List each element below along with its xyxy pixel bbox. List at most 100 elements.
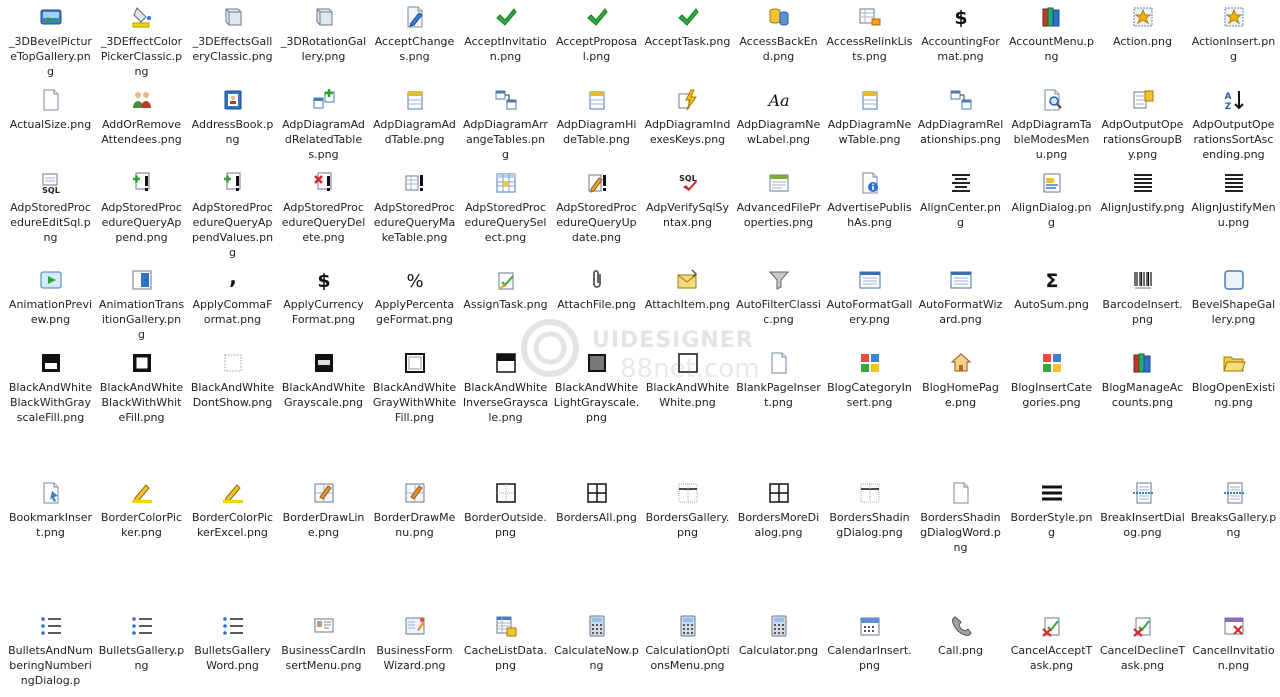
icon-tile[interactable]: BlackAndWhiteWhite.png — [642, 350, 733, 410]
icon-tile[interactable]: % ApplyPercentageFormat.png — [369, 267, 460, 327]
icon-tile[interactable]: BlankPageInsert.png — [733, 350, 824, 410]
icon-tile[interactable]: AdvertisePublishAs.png — [824, 170, 915, 230]
icon-tile[interactable]: AdpDiagramTableModesMenu.png — [1006, 87, 1097, 162]
icon-tile[interactable]: AlignJustifyMenu.png — [1188, 170, 1279, 230]
icon-tile[interactable]: CalculateNow.png — [551, 613, 642, 673]
icon-tile[interactable]: BarcodeInsert.png — [1097, 267, 1188, 327]
icon-tile[interactable]: BorderStyle.png — [1006, 480, 1097, 540]
icon-tile[interactable]: Action.png — [1097, 4, 1188, 49]
icon-tile[interactable]: Σ AutoSum.png — [1006, 267, 1097, 312]
icon-tile[interactable]: BordersShadingDialog.png — [824, 480, 915, 540]
icon-tile[interactable]: Aa AdpDiagramNewLabel.png — [733, 87, 824, 147]
icon-tile[interactable]: AdpStoredProcedureQueryDelete.png — [278, 170, 369, 245]
icon-tile[interactable]: ActionInsert.png — [1188, 4, 1279, 64]
icon-tile[interactable]: Call.png — [915, 613, 1006, 658]
icon-tile[interactable]: AdpStoredProcedureQueryAppend.png — [96, 170, 187, 245]
icon-tile[interactable]: BlackAndWhiteInverseGrayscale.png — [460, 350, 551, 425]
icon-tile[interactable]: AcceptTask.png — [642, 4, 733, 49]
bw-black-white-icon — [129, 350, 155, 376]
icon-tile[interactable]: BusinessFormWizard.png — [369, 613, 460, 673]
icon-tile[interactable]: AdpStoredProcedureQueryAppendValues.png — [187, 170, 278, 260]
icon-tile[interactable]: CancelAcceptTask.png — [1006, 613, 1097, 673]
icon-tile[interactable]: BorderOutside.png — [460, 480, 551, 540]
icon-tile[interactable]: BreaksGallery.png — [1188, 480, 1279, 540]
icon-tile[interactable]: BlogHomePage.png — [915, 350, 1006, 410]
icon-tile[interactable]: AdpDiagramNewTable.png — [824, 87, 915, 147]
icon-tile[interactable]: AcceptChanges.png — [369, 4, 460, 64]
icon-tile[interactable]: AutoFormatWizard.png — [915, 267, 1006, 327]
icon-tile[interactable]: BlackAndWhiteBlackWithGrayscaleFill.png — [5, 350, 96, 425]
icon-tile[interactable]: BordersShadingDialogWord.png — [915, 480, 1006, 555]
icon-tile[interactable]: AdpStoredProcedureQueryUpdate.png — [551, 170, 642, 245]
icon-tile[interactable]: AdpDiagramArrangeTables.png — [460, 87, 551, 162]
icon-tile[interactable]: AccountMenu.png — [1006, 4, 1097, 64]
icon-tile[interactable]: AdpStoredProcedureQuerySelect.png — [460, 170, 551, 245]
icon-tile[interactable]: _3DEffectColorPickerClassic.png — [96, 4, 187, 79]
icon-tile[interactable]: _3DEffectsGalleryClassic.png — [187, 4, 278, 64]
icon-tile[interactable]: AdpDiagramIndexesKeys.png — [642, 87, 733, 147]
icon-tile[interactable]: AdpDiagramHideTable.png — [551, 87, 642, 147]
icon-tile[interactable]: BordersMoreDialog.png — [733, 480, 824, 540]
icon-tile[interactable]: AddOrRemoveAttendees.png — [96, 87, 187, 147]
icon-tile[interactable]: AddressBook.png — [187, 87, 278, 147]
icon-tile[interactable]: AttachItem.png — [642, 267, 733, 312]
icon-tile[interactable]: AttachFile.png — [551, 267, 642, 312]
icon-tile[interactable]: BlogOpenExisting.png — [1188, 350, 1279, 410]
icon-tile[interactable]: SQL AdpStoredProcedureEditSql.png — [5, 170, 96, 245]
icon-tile[interactable]: BorderColorPicker.png — [96, 480, 187, 540]
icon-tile[interactable]: BorderDrawLine.png — [278, 480, 369, 540]
icon-tile[interactable]: BevelShapeGallery.png — [1188, 267, 1279, 327]
icon-tile[interactable]: AdpStoredProcedureQueryMakeTable.png — [369, 170, 460, 245]
icon-tile[interactable]: BlogCategoryInsert.png — [824, 350, 915, 410]
icon-tile[interactable]: ActualSize.png — [5, 87, 96, 132]
icon-tile[interactable]: BulletsGallery.png — [96, 613, 187, 673]
icon-tile[interactable]: CalculationOptionsMenu.png — [642, 613, 733, 673]
icon-tile[interactable]: BlackAndWhiteLightGrayscale.png — [551, 350, 642, 425]
icon-tile[interactable]: BlackAndWhiteGrayWithWhiteFill.png — [369, 350, 460, 425]
icon-tile[interactable]: BusinessCardInsertMenu.png — [278, 613, 369, 673]
icon-tile[interactable]: SQL AdpVerifySqlSyntax.png — [642, 170, 733, 230]
icon-filename: AdpStoredProcedureQueryAppendValues.png — [191, 201, 274, 259]
icon-tile[interactable]: BorderColorPickerExcel.png — [187, 480, 278, 540]
icon-tile[interactable]: BordersGallery.png — [642, 480, 733, 540]
icon-tile[interactable]: CalendarInsert.png — [824, 613, 915, 673]
icon-tile[interactable]: CancelDeclineTask.png — [1097, 613, 1188, 673]
icon-tile[interactable]: AnimationTransitionGallery.png — [96, 267, 187, 342]
icon-tile[interactable]: AdpDiagramAddTable.png — [369, 87, 460, 147]
icon-tile[interactable]: _3DBevelPictureTopGallery.png — [5, 4, 96, 79]
icon-tile[interactable]: $ ApplyCurrencyFormat.png — [278, 267, 369, 327]
icon-tile[interactable]: BulletsAndNumberingNumberingDialog.p — [5, 613, 96, 688]
icon-tile[interactable]: $ AccountingFormat.png — [915, 4, 1006, 64]
icon-tile[interactable]: CacheListData.png — [460, 613, 551, 673]
icon-tile[interactable]: AcceptProposal.png — [551, 4, 642, 64]
icon-tile[interactable]: AnimationPreview.png — [5, 267, 96, 327]
icon-tile[interactable]: BreakInsertDialog.png — [1097, 480, 1188, 540]
icon-tile[interactable]: BordersAll.png — [551, 480, 642, 525]
icon-tile[interactable]: AcceptInvitation.png — [460, 4, 551, 64]
icon-tile[interactable]: Calculator.png — [733, 613, 824, 658]
icon-tile[interactable]: AutoFilterClassic.png — [733, 267, 824, 327]
icon-tile[interactable]: , ApplyCommaFormat.png — [187, 267, 278, 327]
icon-tile[interactable]: AlignDialog.png — [1006, 170, 1097, 230]
icon-tile[interactable]: AccessRelinkLists.png — [824, 4, 915, 64]
icon-tile[interactable]: BulletsGalleryWord.png — [187, 613, 278, 673]
icon-tile[interactable]: CancelInvitation.png — [1188, 613, 1279, 673]
icon-tile[interactable]: _3DRotationGallery.png — [278, 4, 369, 64]
icon-tile[interactable]: AlignJustify.png — [1097, 170, 1188, 215]
icon-tile[interactable]: AccessBackEnd.png — [733, 4, 824, 64]
icon-tile[interactable]: AdvancedFileProperties.png — [733, 170, 824, 230]
icon-tile[interactable]: BlogInsertCategories.png — [1006, 350, 1097, 410]
icon-tile[interactable]: AdpDiagramAddRelatedTables.png — [278, 87, 369, 162]
icon-tile[interactable]: BlackAndWhiteGrayscale.png — [278, 350, 369, 410]
icon-tile[interactable]: AssignTask.png — [460, 267, 551, 312]
icon-tile[interactable]: BlackAndWhiteBlackWithWhiteFill.png — [96, 350, 187, 425]
icon-tile[interactable]: AdpOutputOperationsGroupBy.png — [1097, 87, 1188, 162]
icon-tile[interactable]: A Z AdpOutputOperationsSortAscending.png — [1188, 87, 1279, 162]
icon-tile[interactable]: AutoFormatGallery.png — [824, 267, 915, 327]
icon-tile[interactable]: BookmarkInsert.png — [5, 480, 96, 540]
icon-tile[interactable]: AlignCenter.png — [915, 170, 1006, 230]
icon-tile[interactable]: BorderDrawMenu.png — [369, 480, 460, 540]
icon-tile[interactable]: BlackAndWhiteDontShow.png — [187, 350, 278, 410]
icon-tile[interactable]: AdpDiagramRelationships.png — [915, 87, 1006, 147]
icon-tile[interactable]: BlogManageAccounts.png — [1097, 350, 1188, 410]
